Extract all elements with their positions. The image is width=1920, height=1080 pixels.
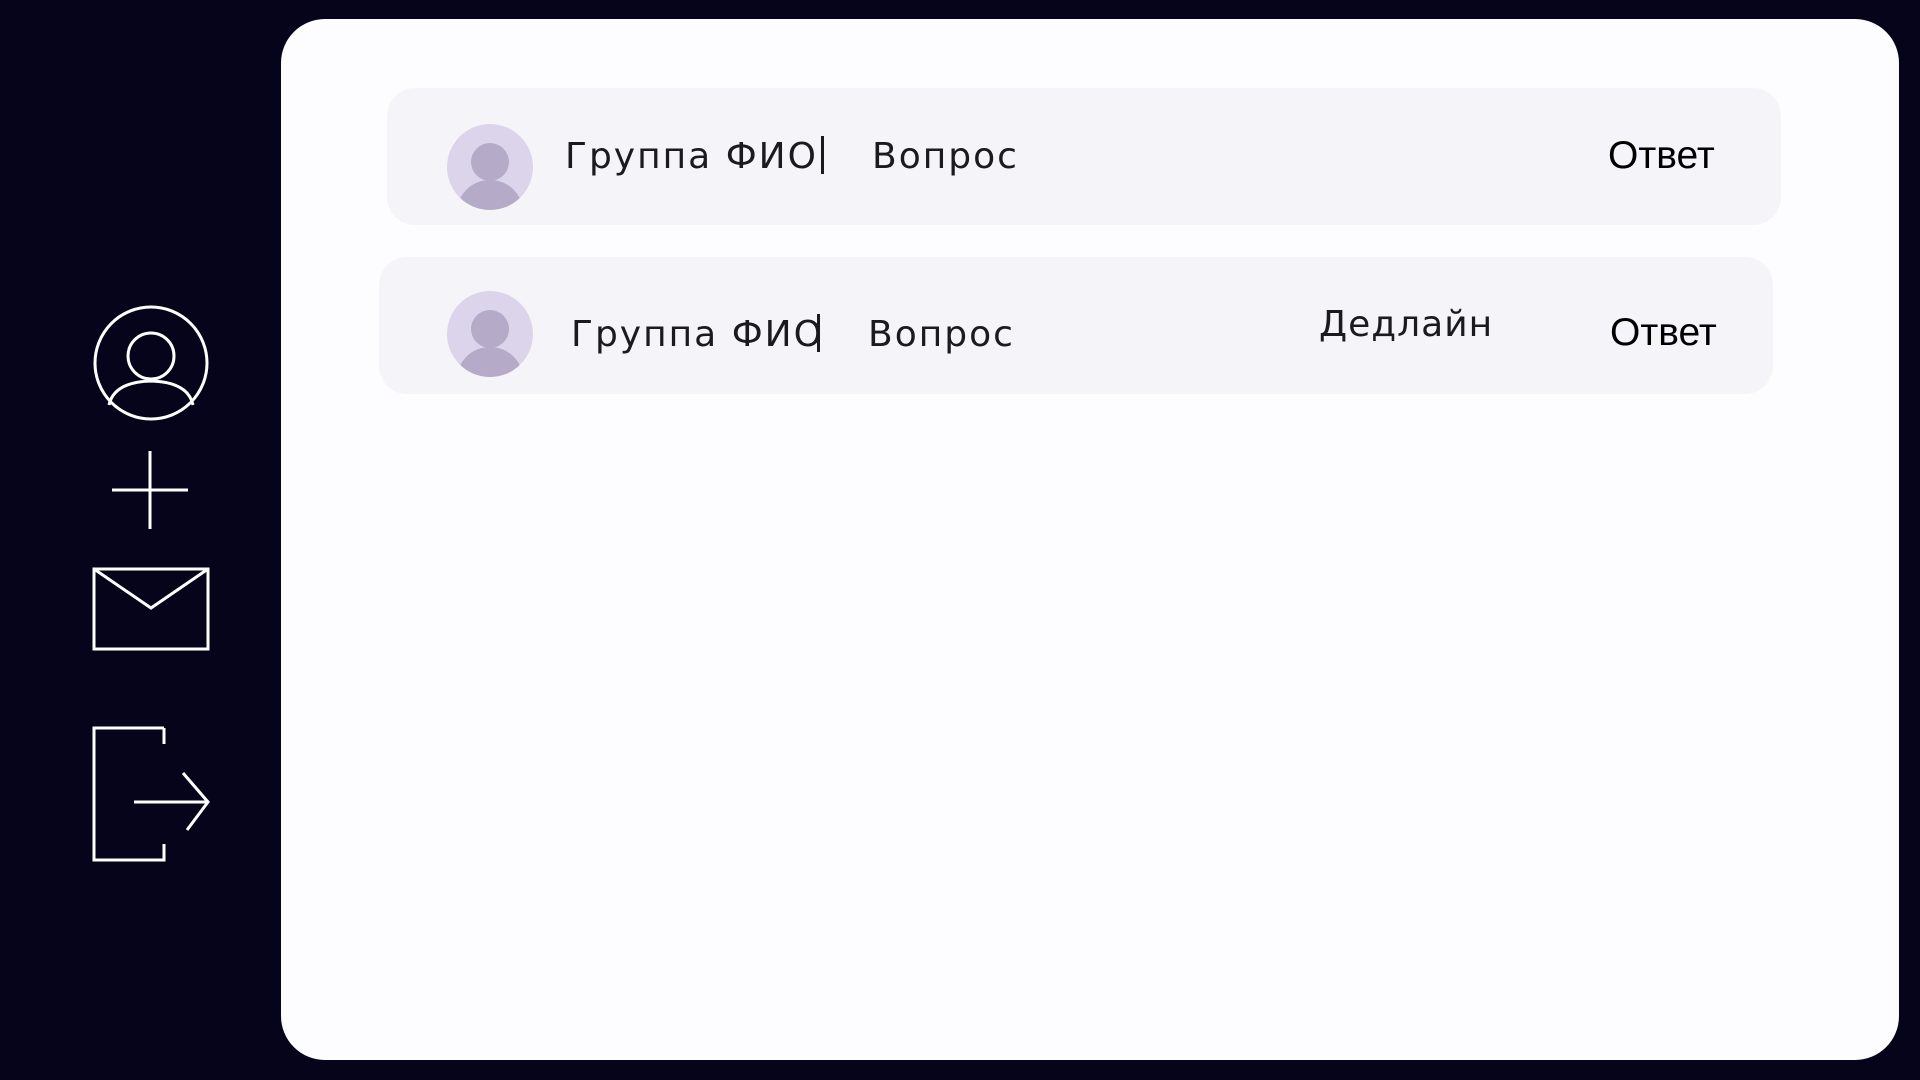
logout-button[interactable] (92, 726, 212, 862)
question-label: Вопрос (872, 136, 1019, 177)
main-panel: Группа ФИО Вопрос Ответ Группа ФИО Вопро… (281, 19, 1899, 1060)
mail-icon (92, 567, 210, 651)
avatar (447, 291, 533, 377)
answer-button[interactable]: Ответ (1608, 136, 1715, 175)
group-name-label: Группа ФИО (565, 136, 818, 177)
separator (821, 136, 824, 174)
sidebar (0, 0, 281, 1080)
user-profile-icon (93, 305, 209, 421)
messages-button[interactable] (92, 567, 210, 651)
add-button[interactable] (110, 451, 190, 531)
answer-button[interactable]: Ответ (1610, 313, 1717, 352)
user-avatar-icon (457, 310, 523, 377)
logout-icon (92, 726, 210, 862)
deadline-label: Дедлайн (1319, 304, 1494, 345)
profile-button[interactable] (92, 304, 210, 422)
user-avatar-icon (457, 143, 523, 210)
question-card[interactable]: Группа ФИО Вопрос Ответ (387, 88, 1781, 225)
question-label: Вопрос (868, 314, 1015, 355)
avatar (447, 124, 533, 210)
plus-icon (112, 451, 188, 529)
group-name-label: Группа ФИО (571, 314, 824, 355)
separator (817, 314, 820, 352)
question-card[interactable]: Группа ФИО Вопрос Дедлайн Ответ (379, 257, 1773, 394)
